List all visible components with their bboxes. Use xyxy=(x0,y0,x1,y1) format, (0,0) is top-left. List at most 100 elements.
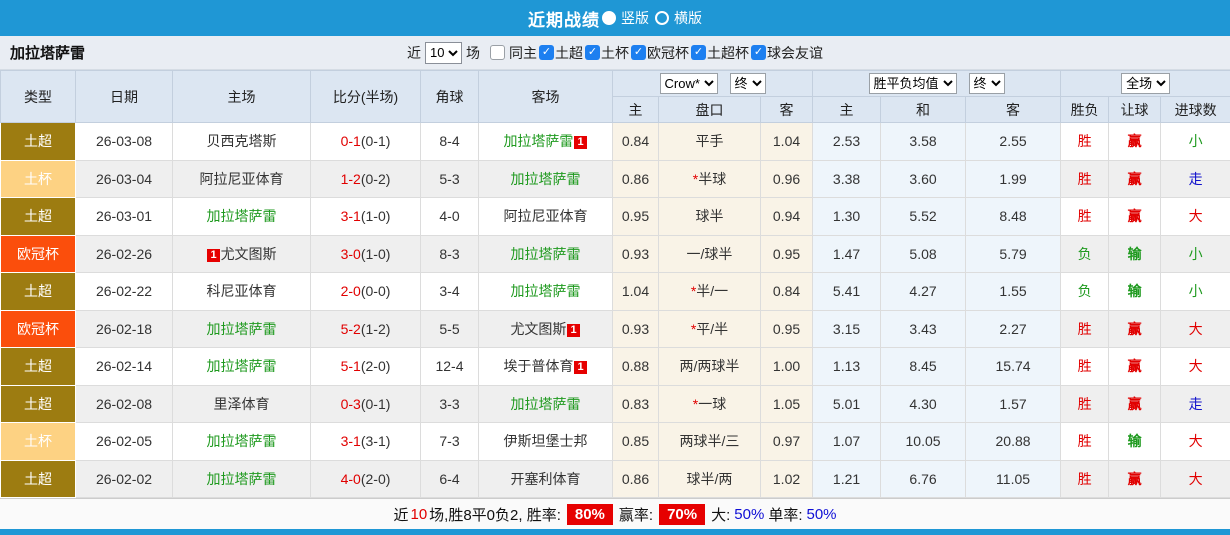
score-halftime: (0-1) xyxy=(361,396,391,412)
summary-text: 大: xyxy=(711,504,730,525)
summary-text: 单率: xyxy=(768,504,802,525)
score-halftime: (0-2) xyxy=(361,171,391,187)
home-team-cell: 加拉塔萨雷 xyxy=(173,460,311,498)
odds-handicap-cell: 球半/两 xyxy=(659,460,761,498)
scope-select[interactable]: 全场 xyxy=(1121,73,1170,94)
checkbox-unchecked-icon[interactable] xyxy=(490,45,505,60)
score-cell: 2-0(0-0) xyxy=(311,273,421,311)
radio-vertical-selected[interactable] xyxy=(602,11,616,25)
score-halftime: (0-0) xyxy=(361,283,391,299)
team-name: 尤文图斯 xyxy=(510,321,566,337)
title-bar: 近期战绩 竖版 横版 xyxy=(0,0,1230,36)
team-name: 加拉塔萨雷 xyxy=(511,396,581,412)
odds-home-cell: 0.93 xyxy=(613,310,659,348)
filter-option-同主[interactable]: 同主 xyxy=(490,43,537,63)
avg-home-cell: 3.38 xyxy=(813,160,881,198)
odds-home-cell: 0.86 xyxy=(613,160,659,198)
score-fulltime: 3-1 xyxy=(341,208,361,224)
checkbox-checked-icon[interactable]: ✓ xyxy=(751,45,766,60)
handicap-text: 球半 xyxy=(696,208,724,224)
team-name: 尤文图斯 xyxy=(221,246,277,262)
match-count-select[interactable]: 10 xyxy=(425,42,462,64)
filter-option-土超[interactable]: ✓土超 xyxy=(539,43,583,63)
radio-horizontal-label[interactable]: 横版 xyxy=(674,8,702,28)
filter-option-土杯[interactable]: ✓土杯 xyxy=(585,43,629,63)
header-odds-handicap: 盘口 xyxy=(659,97,761,123)
team-name: 阿拉尼亚体育 xyxy=(200,171,284,187)
away-team-cell: 加拉塔萨雷1 xyxy=(479,123,613,161)
results-table-body: 土超26-03-08贝西克塔斯0-1(0-1)8-4加拉塔萨雷10.84平手1.… xyxy=(1,123,1230,498)
avg-draw-cell: 4.30 xyxy=(881,385,966,423)
odds-away-cell: 1.05 xyxy=(761,385,813,423)
corner-cell: 7-3 xyxy=(421,423,479,461)
handicap-result-cell: 赢 xyxy=(1109,348,1161,386)
handicap-result-cell: 赢 xyxy=(1109,160,1161,198)
bottom-accent-bar xyxy=(0,529,1230,535)
filter-option-球会友谊[interactable]: ✓球会友谊 xyxy=(751,43,823,63)
avg-time-select[interactable]: 终 xyxy=(969,73,1005,94)
avg-away-cell: 5.79 xyxy=(966,235,1061,273)
team-name: 伊斯坦堡士邦 xyxy=(504,433,588,449)
odds-home-cell: 0.88 xyxy=(613,348,659,386)
radio-vertical-label[interactable]: 竖版 xyxy=(621,8,649,28)
filter-option-欧冠杯[interactable]: ✓欧冠杯 xyxy=(631,43,689,63)
away-team-cell: 加拉塔萨雷 xyxy=(479,160,613,198)
footer-summary: 近10场,胜8平0负2, 胜率:80%赢率:70%大:50%单率:50% xyxy=(0,498,1230,529)
avg-source-select[interactable]: 胜平负均值 xyxy=(869,73,957,94)
date-cell: 26-02-08 xyxy=(76,385,173,423)
odds-time-select[interactable]: 终 xyxy=(730,73,766,94)
summary-text: 赢率: xyxy=(619,504,653,525)
checkbox-checked-icon[interactable]: ✓ xyxy=(539,45,554,60)
home-team-cell: 科尼亚体育 xyxy=(173,273,311,311)
result-cell: 负 xyxy=(1061,235,1109,273)
handicap-text: 半/一 xyxy=(696,283,728,299)
checkbox-checked-icon[interactable]: ✓ xyxy=(631,45,646,60)
rate-badge: 70% xyxy=(659,504,705,525)
table-row: 土超26-03-01加拉塔萨雷3-1(1-0)4-0阿拉尼亚体育0.95球半0.… xyxy=(1,198,1230,236)
avg-home-cell: 5.01 xyxy=(813,385,881,423)
table-row: 土超26-03-08贝西克塔斯0-1(0-1)8-4加拉塔萨雷10.84平手1.… xyxy=(1,123,1230,161)
summary-text: 10 xyxy=(410,506,427,523)
checkbox-checked-icon[interactable]: ✓ xyxy=(585,45,600,60)
avg-draw-cell: 5.52 xyxy=(881,198,966,236)
goals-result-cell: 大 xyxy=(1161,310,1230,348)
score-cell: 5-2(1-2) xyxy=(311,310,421,348)
away-team-cell: 埃于普体育1 xyxy=(479,348,613,386)
checkbox-checked-icon[interactable]: ✓ xyxy=(691,45,706,60)
home-team-cell: 加拉塔萨雷 xyxy=(173,348,311,386)
away-team-cell: 加拉塔萨雷 xyxy=(479,385,613,423)
handicap-result-cell: 赢 xyxy=(1109,310,1161,348)
corner-cell: 8-3 xyxy=(421,235,479,273)
goals-result-cell: 走 xyxy=(1161,160,1230,198)
score-fulltime: 0-1 xyxy=(341,133,361,149)
odds-home-cell: 0.83 xyxy=(613,385,659,423)
result-cell: 胜 xyxy=(1061,423,1109,461)
odds-home-cell: 1.04 xyxy=(613,273,659,311)
home-team-cell: 1尤文图斯 xyxy=(173,235,311,273)
type-cell: 土超 xyxy=(1,348,76,386)
score-fulltime: 3-0 xyxy=(341,246,361,262)
corner-cell: 4-0 xyxy=(421,198,479,236)
filter-option-label: 同主 xyxy=(509,43,537,63)
date-cell: 26-03-01 xyxy=(76,198,173,236)
goals-result-cell: 大 xyxy=(1161,460,1230,498)
handicap-result-cell: 输 xyxy=(1109,423,1161,461)
odds-away-cell: 0.95 xyxy=(761,235,813,273)
odds-group-header: Crow* 终 xyxy=(613,71,813,97)
result-cell: 胜 xyxy=(1061,310,1109,348)
page-title: 近期战绩 xyxy=(528,6,600,31)
result-cell: 胜 xyxy=(1061,385,1109,423)
home-team-cell: 贝西克塔斯 xyxy=(173,123,311,161)
radio-horizontal-unselected[interactable] xyxy=(655,11,669,25)
filter-option-土超杯[interactable]: ✓土超杯 xyxy=(691,43,749,63)
header-away: 客场 xyxy=(479,71,613,123)
odds-company-select[interactable]: Crow* xyxy=(660,73,718,94)
odds-handicap-cell: *平/半 xyxy=(659,310,761,348)
team-name: 埃于普体育 xyxy=(503,358,573,374)
table-header: 类型 日期 主场 比分(半场) 角球 客场 Crow*终 胜平负均值终 全场 主… xyxy=(1,71,1230,123)
team-name: 加拉塔萨雷 xyxy=(207,208,277,224)
red-card-badge: 1 xyxy=(574,361,586,374)
corner-cell: 6-4 xyxy=(421,460,479,498)
avg-away-cell: 2.55 xyxy=(966,123,1061,161)
avg-home-cell: 1.07 xyxy=(813,423,881,461)
